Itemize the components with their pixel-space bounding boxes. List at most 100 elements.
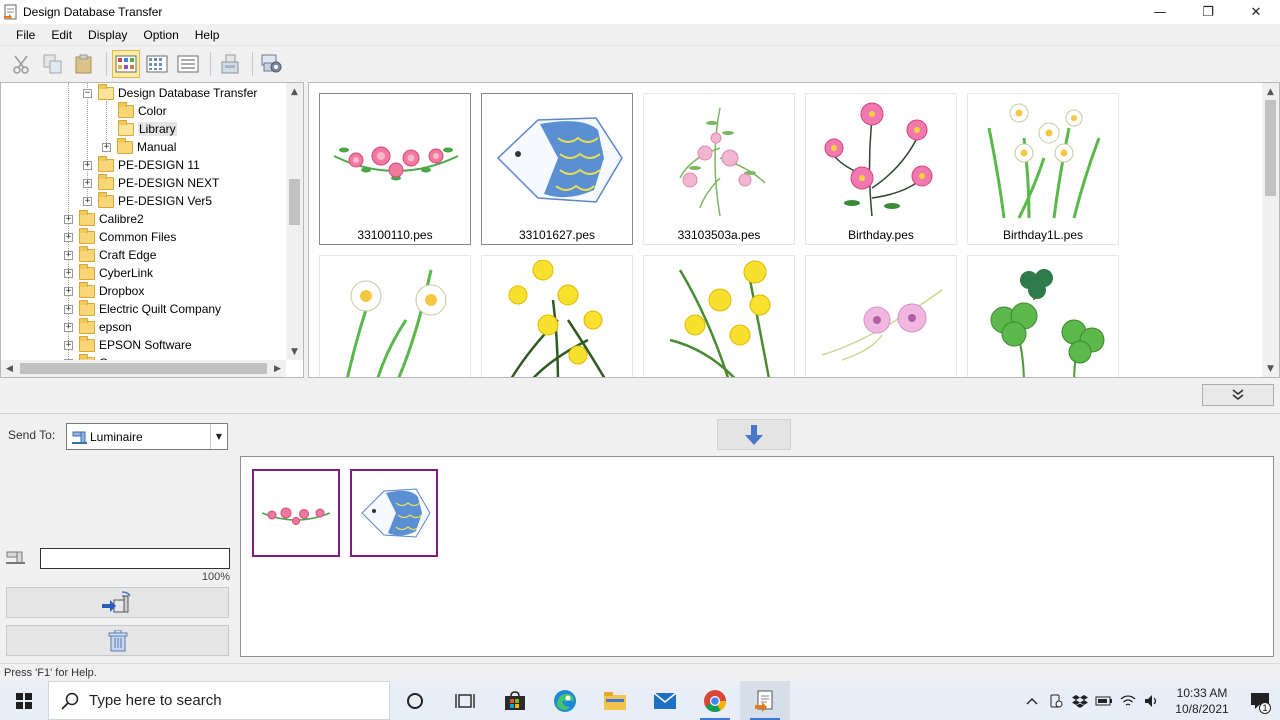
tree-item-cyberlink[interactable]: + CyberLink [64,263,153,282]
tree-item-calibre2[interactable]: + Calibre2 [64,209,144,228]
tree-item-epson[interactable]: + epson [64,317,132,336]
tree-item-manual[interactable]: + Manual [102,137,176,156]
scroll-down-icon[interactable]: ▼ [286,343,303,360]
minimize-button[interactable]: — [1136,0,1184,24]
scrollbar-thumb[interactable] [20,363,267,374]
scroll-up-icon[interactable]: ▲ [1262,83,1279,100]
store-icon[interactable] [490,681,540,720]
tree-item-epson-software[interactable]: + EPSON Software [64,335,192,354]
send-to-dropdown[interactable]: Luminaire ▼ [66,423,228,450]
thumbnail-card[interactable] [805,255,957,377]
tree-item-common-files[interactable]: + Common Files [64,227,176,246]
tree-item-library[interactable]: Library [118,119,177,138]
tree-horizontal-scrollbar[interactable]: ◀ ▶ [1,360,286,377]
expand-icon[interactable]: + [64,340,73,350]
expand-icon[interactable]: + [64,268,73,278]
close-button[interactable]: ✕ [1232,0,1280,24]
copy-icon[interactable] [39,50,67,78]
chevron-down-icon[interactable]: ▼ [210,424,227,449]
thumbnail-card[interactable]: 33101627.pes [481,93,633,245]
thumbnail-card[interactable] [319,255,471,377]
small-thumbnails-icon[interactable] [143,50,171,78]
collapse-icon[interactable]: − [83,88,92,98]
large-thumbnails-icon[interactable] [112,50,140,78]
expand-icon[interactable]: + [64,304,73,314]
folder-icon [118,101,134,118]
folder-icon [79,263,95,280]
design-preview [346,269,447,377]
device-icon[interactable] [1044,681,1068,720]
file-explorer-icon[interactable] [590,681,640,720]
design-preview [496,117,623,203]
menu-file[interactable]: File [8,28,43,42]
tree-item-electric-quilt-company[interactable]: + Electric Quilt Company [64,299,221,318]
menu-display[interactable]: Display [80,28,135,42]
thumbnail-card[interactable]: 33103503a.pes [643,93,795,245]
delete-queue-button[interactable] [6,625,229,656]
volume-icon[interactable] [1140,681,1164,720]
settings-icon[interactable] [258,50,286,78]
scroll-left-icon[interactable]: ◀ [1,360,18,377]
expand-icon[interactable]: + [83,160,92,170]
chrome-icon[interactable] [690,681,740,720]
transfer-to-machine-button[interactable] [6,587,229,618]
menu-help[interactable]: Help [187,28,228,42]
expand-icon[interactable]: + [64,214,73,224]
thumbnail-card[interactable] [481,255,633,377]
splitter-bar [0,378,1280,414]
tree-item-dropbox[interactable]: + Dropbox [64,281,144,300]
thumbnail-card[interactable]: Birthday.pes [805,93,957,245]
notification-center-button[interactable]: 1 [1240,681,1280,720]
cortana-icon[interactable] [390,681,440,720]
menu-edit[interactable]: Edit [43,28,80,42]
thumbnail-card[interactable]: Birthday1L.pes [967,93,1119,245]
taskbar-clock[interactable]: 10:33 AM 10/8/2021 [1164,685,1240,717]
collapse-toggle-button[interactable] [1202,384,1274,406]
scroll-up-icon[interactable]: ▲ [286,83,303,100]
queue-item[interactable] [350,469,438,557]
tree-item-pe-design-11[interactable]: + PE-DESIGN 11 [83,155,200,174]
tree-item-craft-edge[interactable]: + Craft Edge [64,245,156,264]
thumbnail-card[interactable]: 33100110.pes [319,93,471,245]
mail-icon[interactable] [640,681,690,720]
expand-icon[interactable]: + [64,286,73,296]
battery-icon[interactable] [1092,681,1116,720]
expand-icon[interactable]: + [64,322,73,332]
add-to-queue-button[interactable] [717,419,791,450]
chevron-up-icon[interactable] [1020,681,1044,720]
write-card-icon[interactable] [216,50,244,78]
toolbar [0,47,1280,81]
expand-icon[interactable]: + [102,142,111,152]
cut-icon[interactable] [8,50,36,78]
scrollbar-thumb[interactable] [1265,100,1276,196]
expand-icon[interactable]: + [83,178,92,188]
expand-icon[interactable]: + [64,250,73,260]
thumbnail-card[interactable] [967,255,1119,377]
details-list-icon[interactable] [174,50,202,78]
scroll-right-icon[interactable]: ▶ [269,360,286,377]
task-view-icon[interactable] [440,681,490,720]
tree-item-design-database-transfer[interactable]: − Design Database Transfer [83,83,257,102]
design-transfer-icon[interactable] [740,681,790,720]
send-to-value: Luminaire [90,429,143,444]
queue-item[interactable] [252,469,340,557]
scrollbar-thumb[interactable] [289,179,300,225]
edge-icon[interactable] [540,681,590,720]
expand-icon[interactable]: + [83,196,92,206]
tree-item-pe-design-next[interactable]: + PE-DESIGN NEXT [83,173,219,192]
maximize-button[interactable]: ❐ [1184,0,1232,24]
windows-start-button[interactable] [0,681,48,720]
menu-option[interactable]: Option [135,28,186,42]
expand-icon[interactable]: + [64,232,73,242]
wifi-icon[interactable] [1116,681,1140,720]
tree-item-color[interactable]: Color [118,101,167,120]
scroll-down-icon[interactable]: ▼ [1262,360,1279,377]
thumbnail-vertical-scrollbar[interactable]: ▲ ▼ [1262,83,1279,377]
app-icon [3,4,19,20]
tree-vertical-scrollbar[interactable]: ▲ ▼ [286,83,303,360]
dropbox-icon[interactable] [1068,681,1092,720]
tree-item-pe-design-ver5[interactable]: + PE-DESIGN Ver5 [83,191,212,210]
thumbnail-card[interactable] [643,255,795,377]
paste-icon[interactable] [70,50,98,78]
taskbar-search-box[interactable]: Type here to search [48,681,390,720]
